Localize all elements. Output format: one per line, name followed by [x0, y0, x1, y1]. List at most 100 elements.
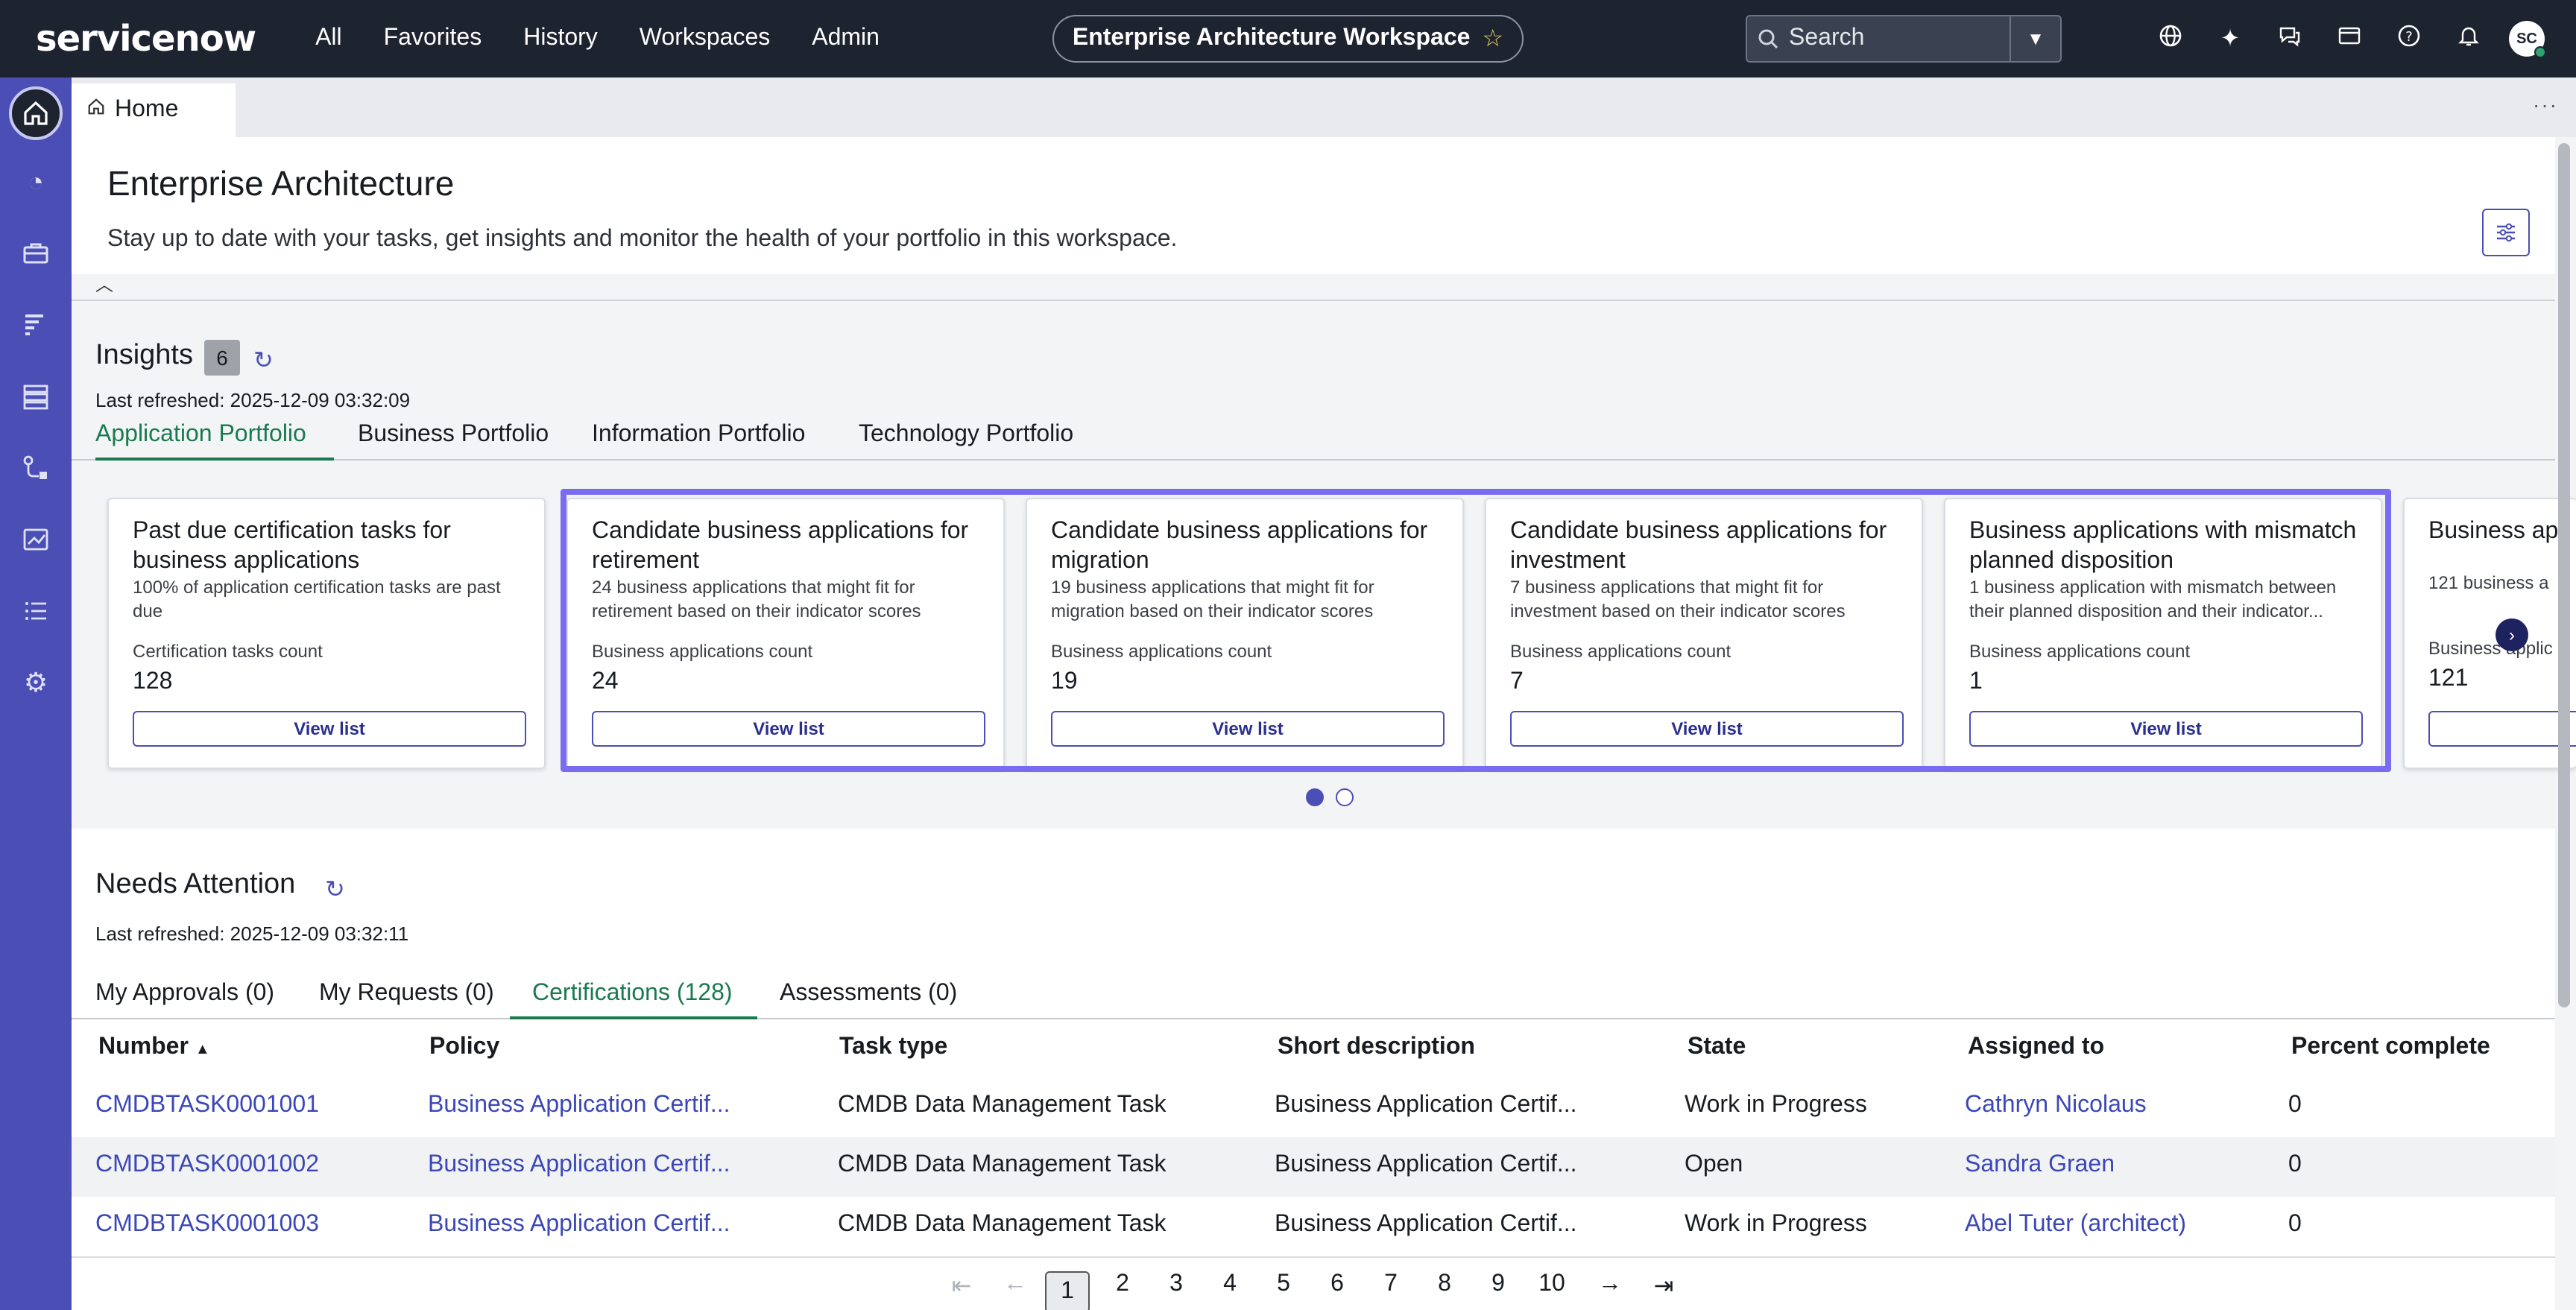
policy-link[interactable]: Business Application Certif...: [428, 1212, 730, 1238]
workspace-selector[interactable]: Enterprise Architecture Workspace ☆: [1052, 15, 1524, 63]
view-list-button[interactable]: [2428, 711, 2576, 747]
needs-attention-tabs: My Approvals (0) My Requests (0) Certifi…: [72, 981, 2555, 1019]
tab-home[interactable]: Home: [72, 83, 236, 137]
card-icon[interactable]: [2320, 23, 2379, 54]
refresh-icon[interactable]: ↻: [325, 875, 345, 905]
nav-history[interactable]: History: [502, 25, 619, 52]
card-title: Candidate business applications for migr…: [1051, 519, 1428, 574]
chevron-up-icon[interactable]: ︿: [95, 271, 113, 297]
carousel-next-button[interactable]: ›: [2496, 618, 2528, 651]
nav-workspaces[interactable]: Workspaces: [619, 25, 791, 52]
page-6[interactable]: 6: [1315, 1271, 1360, 1298]
chat-icon[interactable]: [2260, 23, 2320, 54]
tab-my-requests[interactable]: My Requests (0): [319, 981, 494, 1019]
task-number-link[interactable]: CMDBTASK0001003: [95, 1212, 319, 1238]
home-icon[interactable]: [9, 86, 63, 140]
column-assigned-to[interactable]: Assigned to: [1968, 1034, 2104, 1061]
database-icon[interactable]: [0, 382, 72, 419]
table-row[interactable]: CMDBTASK0001002 Business Application Cer…: [72, 1137, 2555, 1197]
column-percent-complete[interactable]: Percent complete: [2291, 1034, 2490, 1061]
page-3[interactable]: 3: [1154, 1271, 1199, 1298]
flow-icon[interactable]: [0, 453, 72, 490]
configure-button[interactable]: [2482, 209, 2530, 256]
assigned-to-link[interactable]: Abel Tuter (architect): [1965, 1212, 2186, 1238]
workspace-name: Enterprise Architecture Workspace: [1072, 25, 1471, 51]
dashboard-icon[interactable]: [0, 525, 72, 562]
first-page-icon[interactable]: ⇤: [939, 1271, 984, 1301]
policy-link[interactable]: Business Application Certif...: [428, 1092, 730, 1119]
view-list-button[interactable]: View list: [1969, 711, 2363, 747]
page-9[interactable]: 9: [1476, 1271, 1521, 1298]
column-number[interactable]: Number ▲: [98, 1034, 210, 1061]
analytics-icon[interactable]: ◔: [0, 167, 72, 198]
page-1[interactable]: 1: [1045, 1271, 1090, 1310]
card-metric-value: 19: [1051, 669, 1078, 694]
search-input[interactable]: Search: [1789, 25, 2010, 52]
carousel-dot[interactable]: [1336, 788, 1354, 806]
view-list-button[interactable]: View list: [133, 711, 526, 747]
top-nav: All Favorites History Workspaces Admin: [294, 25, 900, 52]
globe-icon[interactable]: [2141, 23, 2200, 54]
assigned-to-link[interactable]: Sandra Graen: [1965, 1152, 2115, 1179]
tab-technology-portfolio[interactable]: Technology Portfolio: [859, 422, 1073, 461]
tab-certifications[interactable]: Certifications (128): [532, 981, 733, 1019]
page-5[interactable]: 5: [1261, 1271, 1306, 1298]
more-options-icon[interactable]: ···: [2533, 92, 2558, 116]
task-type: CMDB Data Management Task: [838, 1212, 1167, 1237]
insights-title: Insights: [95, 340, 193, 371]
search-scope-dropdown[interactable]: ▼: [2010, 16, 2060, 61]
refresh-icon[interactable]: ↻: [253, 346, 274, 376]
servicenow-logo[interactable]: servicenow: [36, 18, 256, 60]
page-8[interactable]: 8: [1422, 1271, 1467, 1298]
card-metric-value: 128: [133, 669, 173, 694]
last-page-icon[interactable]: ⇥: [1641, 1271, 1686, 1301]
table-row[interactable]: CMDBTASK0001003 Business Application Cer…: [72, 1197, 2555, 1256]
assigned-to-link[interactable]: Cathryn Nicolaus: [1965, 1092, 2147, 1119]
page-10[interactable]: 10: [1530, 1271, 1574, 1298]
star-icon[interactable]: ☆: [1482, 24, 1503, 54]
sparkle-icon[interactable]: ✦: [2200, 24, 2260, 54]
view-list-button[interactable]: View list: [592, 711, 985, 747]
svg-text:?: ?: [2405, 28, 2413, 44]
nav-admin[interactable]: Admin: [791, 25, 900, 52]
prev-page-icon[interactable]: ←: [993, 1271, 1038, 1298]
card-description: 24 business applications that might fit …: [592, 577, 921, 621]
tab-assessments[interactable]: Assessments (0): [780, 981, 957, 1019]
column-policy[interactable]: Policy: [429, 1034, 499, 1061]
insights-tabs: Application Portfolio Business Portfolio…: [72, 422, 2555, 461]
nav-all[interactable]: All: [294, 25, 363, 52]
tab-application-portfolio[interactable]: Application Portfolio: [95, 422, 306, 461]
collapse-bar: ︿: [72, 274, 2555, 301]
percent-complete: 0: [2288, 1212, 2302, 1237]
view-list-button[interactable]: View list: [1510, 711, 1904, 747]
task-number-link[interactable]: CMDBTASK0001002: [95, 1152, 319, 1179]
active-tab-indicator: [510, 1016, 757, 1019]
next-page-icon[interactable]: →: [1588, 1271, 1632, 1298]
tab-my-approvals[interactable]: My Approvals (0): [95, 981, 274, 1019]
column-task-type[interactable]: Task type: [839, 1034, 947, 1061]
column-short-description[interactable]: Short description: [1278, 1034, 1475, 1061]
table-row[interactable]: CMDBTASK0001001 Business Application Cer…: [72, 1078, 2555, 1137]
list-icon[interactable]: [0, 596, 72, 633]
bell-icon[interactable]: [2439, 23, 2498, 54]
page-2[interactable]: 2: [1100, 1271, 1145, 1298]
page-scrollbar[interactable]: [2558, 143, 2570, 1007]
view-list-button[interactable]: View list: [1051, 711, 1445, 747]
policy-link[interactable]: Business Application Certif...: [428, 1152, 730, 1179]
carousel-dot-active[interactable]: [1306, 788, 1324, 806]
page-4[interactable]: 4: [1208, 1271, 1252, 1298]
page-7[interactable]: 7: [1368, 1271, 1413, 1298]
nav-favorites[interactable]: Favorites: [363, 25, 503, 52]
tab-information-portfolio[interactable]: Information Portfolio: [592, 422, 805, 461]
help-icon[interactable]: ?: [2379, 23, 2439, 54]
settings-icon[interactable]: ⚙: [0, 668, 72, 699]
report-icon[interactable]: [0, 310, 72, 347]
needs-attention-title: Needs Attention: [95, 869, 296, 900]
page-title: Enterprise Architecture: [107, 164, 455, 203]
briefcase-icon[interactable]: [0, 238, 72, 276]
tab-business-portfolio[interactable]: Business Portfolio: [358, 422, 549, 461]
card-metric-value: 121: [2428, 666, 2469, 692]
task-number-link[interactable]: CMDBTASK0001001: [95, 1092, 319, 1119]
column-state[interactable]: State: [1688, 1034, 1746, 1061]
global-search[interactable]: Search ▼: [1746, 15, 2062, 63]
